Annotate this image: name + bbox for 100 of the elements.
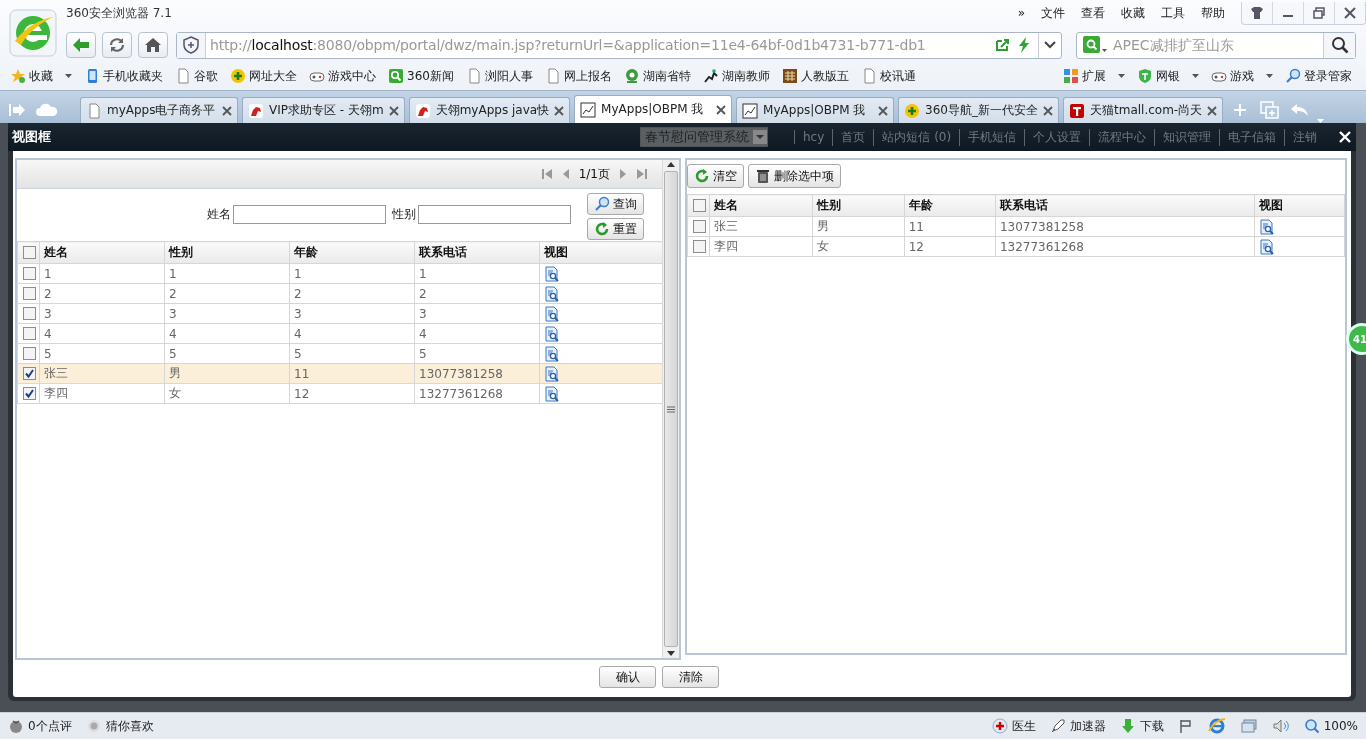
column-header[interactable]: 视图 — [1254, 194, 1345, 217]
bookmark-item[interactable]: 湖南省特 — [623, 67, 691, 85]
dialog-button[interactable]: 清除 — [662, 666, 719, 688]
bookmark-item[interactable]: 谷歌 — [175, 67, 218, 85]
more-menu-button[interactable]: » — [1009, 6, 1033, 20]
volume-icon[interactable] — [1271, 718, 1290, 734]
toolbar-item[interactable]: 扩展 — [1063, 67, 1125, 85]
bookmark-item[interactable]: 游戏中心 — [309, 67, 376, 85]
column-header[interactable]: 年龄 — [904, 194, 996, 217]
close-icon[interactable] — [1043, 105, 1053, 116]
toolbar-button[interactable]: 删除选中项 — [748, 164, 841, 188]
first-page-icon[interactable] — [540, 168, 553, 180]
bookmark-item[interactable]: 手机收藏夹 — [84, 67, 163, 85]
column-header[interactable]: 联系电话 — [414, 241, 540, 264]
view-document-icon[interactable] — [544, 365, 560, 382]
menu-item[interactable]: 帮助 — [1193, 4, 1233, 22]
column-header[interactable]: 性别 — [812, 194, 905, 217]
bookmark-item[interactable]: 网址大全 — [230, 67, 297, 85]
checkbox[interactable] — [693, 199, 706, 212]
next-page-icon[interactable] — [618, 168, 628, 180]
checkbox[interactable] — [23, 246, 36, 259]
column-header[interactable]: 视图 — [539, 241, 664, 264]
bookmark-item[interactable]: 浏阳人事 — [465, 67, 533, 85]
bookmark-item[interactable]: 人教版五 — [781, 67, 849, 85]
form-button[interactable]: 查询 — [587, 193, 644, 215]
search-engine-icon[interactable] — [1083, 36, 1107, 54]
checkbox[interactable] — [23, 307, 36, 320]
toolbar-button[interactable]: 清空 — [687, 164, 744, 188]
status-item[interactable]: 加速器 — [1049, 717, 1106, 735]
toolbar-item[interactable]: 网银 — [1137, 67, 1199, 85]
status-item[interactable]: 0个点评 — [8, 717, 72, 735]
view-document-icon[interactable] — [544, 285, 560, 302]
view-document-icon[interactable] — [544, 265, 560, 282]
last-page-icon[interactable] — [636, 168, 648, 180]
search-button[interactable] — [1323, 32, 1355, 58]
close-icon[interactable] — [878, 105, 889, 116]
form-button[interactable]: 重置 — [587, 218, 644, 240]
bookmark-item[interactable]: 收藏 — [10, 67, 72, 85]
view-document-icon[interactable] — [1258, 238, 1275, 255]
browser-tab[interactable]: 天猫tmall.com-尚天 — [1063, 97, 1224, 123]
checkbox[interactable] — [23, 387, 36, 400]
menu-item[interactable]: 工具 — [1153, 4, 1193, 22]
toolbar-item[interactable]: 游戏 — [1211, 67, 1273, 85]
text-field[interactable] — [418, 205, 571, 224]
bookmark-item[interactable]: 湖南教师 — [702, 67, 770, 85]
toolbar-item[interactable]: 登录管家 — [1285, 67, 1352, 85]
column-header[interactable]: 姓名 — [709, 194, 813, 217]
zoom-control[interactable]: 100% — [1303, 718, 1358, 734]
nav-link[interactable]: 手机短信 — [959, 128, 1025, 146]
view-document-icon[interactable] — [544, 325, 560, 342]
status-item[interactable]: 医生 — [991, 717, 1036, 735]
reload-button[interactable] — [102, 32, 132, 58]
status-item[interactable]: 下载 — [1119, 717, 1164, 735]
browser-tab[interactable]: 天翎myApps java快 — [408, 97, 571, 123]
nav-link[interactable]: 首页 — [832, 128, 874, 146]
window-icon[interactable] — [1239, 718, 1258, 734]
checkbox[interactable] — [693, 240, 706, 253]
checkbox[interactable] — [23, 367, 36, 380]
menu-item[interactable]: 查看 — [1073, 4, 1113, 22]
bookmark-item[interactable]: 校讯通 — [860, 67, 916, 85]
close-icon[interactable] — [222, 105, 232, 116]
close-icon[interactable] — [388, 105, 399, 116]
nav-link[interactable]: hcy — [794, 130, 833, 144]
status-item[interactable]: 猜你喜欢 — [85, 717, 154, 735]
browser-engine-icon[interactable] — [1207, 717, 1226, 735]
column-header[interactable]: 年龄 — [289, 241, 415, 264]
nav-link[interactable]: 个人设置 — [1024, 128, 1090, 146]
view-document-icon[interactable] — [544, 305, 560, 322]
menu-item[interactable]: 文件 — [1033, 4, 1073, 22]
browser-tab[interactable]: myApps电子商务平 — [80, 97, 238, 123]
checkbox[interactable] — [23, 327, 36, 340]
column-header[interactable]: 联系电话 — [995, 194, 1255, 217]
browser-tab[interactable]: MyApps|OBPM 我 — [736, 97, 895, 123]
view-document-icon[interactable] — [544, 385, 560, 402]
address-field[interactable]: http://localhost:8080/obpm/portal/dwz/main.jsp?returnUrl=&application=11e4-64bf-0d1b4731-b771-db1 — [176, 31, 1062, 59]
nav-link[interactable]: 知识管理 — [1154, 128, 1220, 146]
flag-icon[interactable] — [1177, 718, 1194, 734]
text-field[interactable] — [233, 205, 386, 224]
close-icon[interactable] — [554, 105, 565, 116]
checkbox[interactable] — [23, 267, 36, 280]
view-document-icon[interactable] — [544, 345, 560, 362]
search-box[interactable]: APEC减排扩至山东 — [1076, 31, 1356, 59]
column-header[interactable]: 性别 — [164, 241, 290, 264]
dialog-button[interactable]: 确认 — [599, 666, 656, 688]
browser-tab[interactable]: 360导航_新一代安全 — [898, 97, 1059, 123]
browser-tab[interactable]: VIP求助专区 - 天翎m — [242, 97, 405, 123]
nav-link[interactable]: 电子信箱 — [1219, 128, 1285, 146]
bookmark-item[interactable]: 360新闻 — [388, 67, 454, 85]
nav-link[interactable]: 站内短信 (0) — [873, 128, 960, 146]
close-icon[interactable] — [1207, 105, 1218, 116]
browser-tab[interactable]: MyApps|OBPM 我 — [574, 95, 733, 123]
bookmark-item[interactable]: 网上报名 — [544, 67, 612, 85]
back-button[interactable] — [66, 32, 96, 58]
close-icon[interactable] — [716, 104, 727, 115]
nav-link[interactable]: 注销 — [1284, 128, 1326, 146]
checkbox[interactable] — [693, 220, 706, 233]
scrollbar[interactable] — [662, 160, 679, 658]
nav-link[interactable]: 流程中心 — [1089, 128, 1155, 146]
menu-item[interactable]: 收藏 — [1113, 4, 1153, 22]
view-document-icon[interactable] — [1258, 218, 1275, 235]
